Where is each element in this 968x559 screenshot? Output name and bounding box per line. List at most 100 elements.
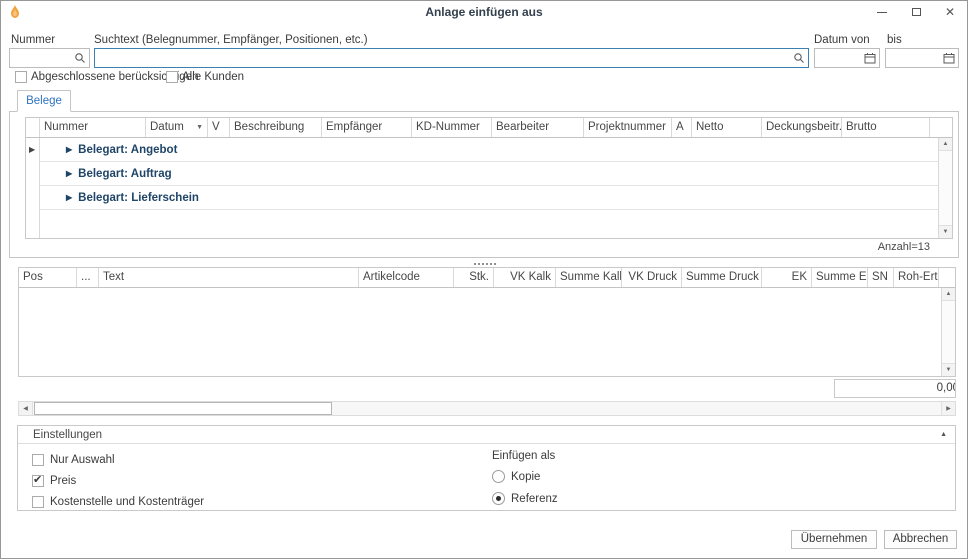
bis-field [885,48,959,68]
nummer-input[interactable] [13,50,71,66]
belege-panel: Nummer ▼Datum V Beschreibung Empfänger K… [9,111,959,258]
column-header-nummer[interactable]: Nummer [40,118,146,137]
close-button[interactable]: ✕ [933,1,967,23]
radio-label: Kopie [511,471,540,483]
scroll-down-icon[interactable]: ▼ [942,363,955,376]
checkbox-preis[interactable]: ✔ Preis [32,475,76,487]
column-header-summe-ek[interactable]: Summe EK [812,268,868,287]
row-indicator-column: ▶ [26,138,40,238]
column-header-ek[interactable]: EK [762,268,812,287]
tab-belege[interactable]: Belege [17,90,71,112]
checkbox-alle-kunden[interactable]: Alle Kunden [166,71,244,83]
scroll-right-icon[interactable]: ▶ [941,402,955,415]
check-icon: ✔ [33,473,42,486]
suchtext-input[interactable] [98,50,790,66]
column-header-projektnummer[interactable]: Projektnummer [584,118,672,137]
search-icon [793,52,805,67]
nummer-field [9,48,90,68]
checkbox-label: Preis [50,475,76,487]
group-row-lieferschein[interactable]: ▶ Belegart: Lieferschein [40,186,938,210]
column-header-sn[interactable]: SN [868,268,894,287]
column-header-dots[interactable]: ... [77,268,99,287]
datum-von-input[interactable] [818,50,861,66]
checkbox-kostenstelle[interactable]: Kostenstelle und Kostenträger [32,496,204,508]
dialog-anlage-einfuegen: Anlage einfügen aus ✕ Nummer Suchtext (B… [0,0,968,559]
suchtext-label: Suchtext (Belegnummer, Empfänger, Positi… [94,34,368,46]
maximize-icon [912,8,921,16]
checkbox-label: Nur Auswahl [50,454,115,466]
column-header-v[interactable]: V [208,118,230,137]
belege-grid: Nummer ▼Datum V Beschreibung Empfänger K… [25,117,953,239]
checkbox-label: Kostenstelle und Kostenträger [50,496,204,508]
column-header-stk[interactable]: Stk. [454,268,494,287]
abbrechen-button[interactable]: Abbrechen [884,530,957,549]
radio-circle-selected [492,492,505,505]
minimize-button[interactable] [865,1,899,23]
calendar-icon[interactable] [864,52,876,67]
expand-icon[interactable]: ▶ [66,169,72,178]
column-header-a[interactable]: A [672,118,692,137]
collapse-icon[interactable]: ▲ [940,426,947,444]
group-row-angebot[interactable]: ▶ Belegart: Angebot [40,138,938,162]
column-header-beschreibung[interactable]: Beschreibung [230,118,322,137]
column-header-deckungsbeitrag[interactable]: Deckungsbeitr... [762,118,842,137]
column-header-filler [930,118,952,137]
group-row-label: Belegart: Lieferschein [78,192,199,204]
bis-label: bis [887,34,902,46]
expand-icon[interactable]: ▶ [66,145,72,154]
scroll-up-icon[interactable]: ▲ [939,138,952,151]
datum-von-label: Datum von [814,34,870,46]
checkbox-box [32,496,44,508]
belege-vertical-scrollbar[interactable]: ▲ ▼ [938,138,952,238]
belege-grid-body: ▶ ▶ Belegart: Angebot ▶ Belegart: Auftra… [26,138,938,238]
group-row-auftrag[interactable]: ▶ Belegart: Auftrag [40,162,938,186]
scrollbar-thumb[interactable] [34,402,332,415]
bis-input[interactable] [889,50,940,66]
scroll-down-icon[interactable]: ▼ [939,225,952,238]
settings-header: Einstellungen ▲ [18,426,955,444]
maximize-button[interactable] [899,1,933,23]
column-header-summe-kalk[interactable]: Summe Kalk [556,268,622,287]
column-header-text[interactable]: Text [99,268,359,287]
splitter-handle[interactable] [465,261,505,266]
column-header-vk-kalk[interactable]: VK Kalk [494,268,556,287]
column-header-brutto[interactable]: Brutto [842,118,930,137]
search-icon [74,52,86,67]
total-summary-box: 0,00 [834,379,956,398]
column-header-pos[interactable]: Pos [19,268,77,287]
positionen-horizontal-scrollbar[interactable]: ◀ ▶ [18,401,956,416]
column-header-bearbeiter[interactable]: Bearbeiter [492,118,584,137]
minimize-icon [877,12,887,13]
column-header-datum[interactable]: ▼Datum [146,118,208,137]
checkbox-box [15,71,27,83]
column-header-summe-druck[interactable]: Summe Druck [682,268,762,287]
positionen-vertical-scrollbar[interactable]: ▲ ▼ [941,288,955,376]
checkbox-label: Alle Kunden [182,71,244,83]
column-header-empfaenger[interactable]: Empfänger [322,118,412,137]
radio-referenz[interactable]: Referenz [492,492,558,505]
belege-grid-header: Nummer ▼Datum V Beschreibung Empfänger K… [26,118,952,138]
datum-von-field [814,48,880,68]
column-header-artikelcode[interactable]: Artikelcode [359,268,454,287]
expand-icon[interactable]: ▶ [66,193,72,202]
row-indicator-icon: ▶ [29,145,35,154]
column-header-vk-druck[interactable]: VK Druck [622,268,682,287]
radio-kopie[interactable]: Kopie [492,470,540,483]
checkbox-box [32,454,44,466]
settings-group: Einstellungen ▲ Nur Auswahl ✔ Preis Kost… [17,425,956,511]
column-header-kd-nummer[interactable]: KD-Nummer [412,118,492,137]
uebernehmen-button[interactable]: Übernehmen [791,530,877,549]
calendar-icon[interactable] [943,52,955,67]
checkbox-nur-auswahl[interactable]: Nur Auswahl [32,454,115,466]
column-header-roh-ertrag[interactable]: Roh-Ertr [894,268,939,287]
positionen-grid-body [19,288,941,376]
scroll-up-icon[interactable]: ▲ [942,288,955,301]
title-bar: Anlage einfügen aus ✕ [1,1,967,23]
checkbox-box [166,71,178,83]
column-header-netto[interactable]: Netto [692,118,762,137]
suchtext-field [94,48,809,68]
window-title: Anlage einfügen aus [1,1,967,23]
total-value: 0,00 [835,380,956,397]
scroll-left-icon[interactable]: ◀ [19,402,33,415]
einfuegen-als-label: Einfügen als [492,450,555,462]
